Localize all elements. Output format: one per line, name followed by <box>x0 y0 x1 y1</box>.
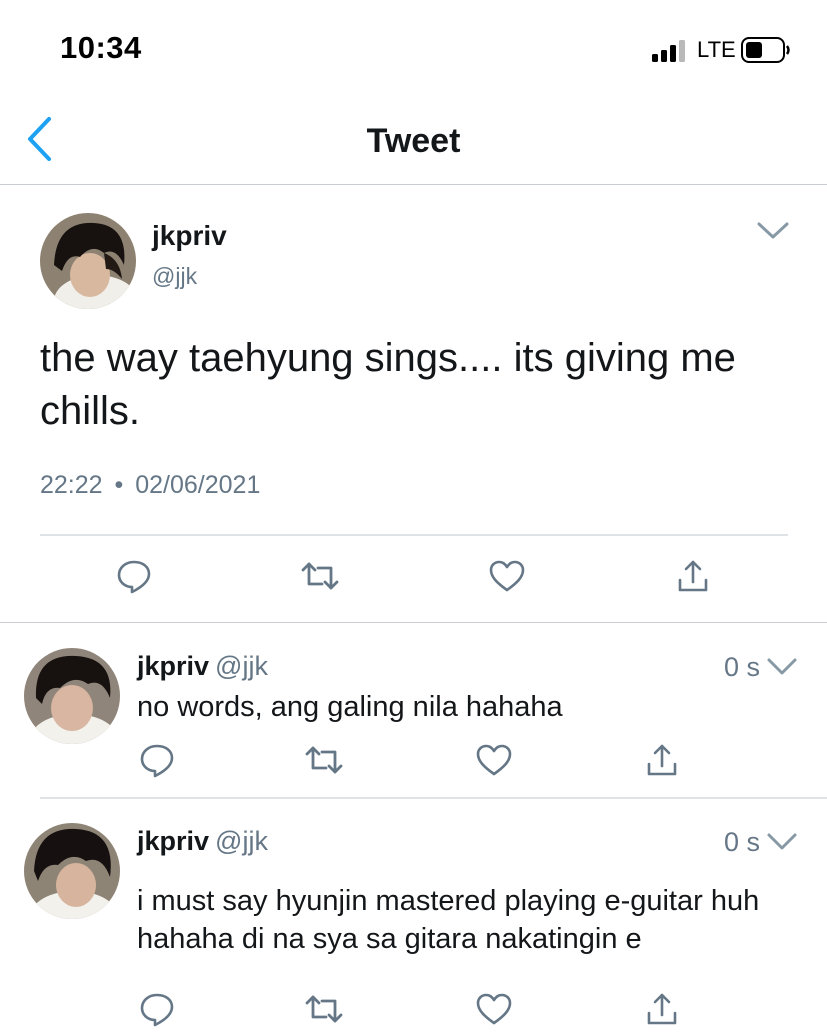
status-time: 10:34 <box>60 30 142 65</box>
retweet-button[interactable] <box>300 556 340 596</box>
caret-down-icon <box>767 833 797 850</box>
tweet-options-button[interactable] <box>766 832 798 852</box>
tweet-options-button[interactable] <box>756 220 790 242</box>
retweet-button[interactable] <box>304 740 344 780</box>
share-icon <box>647 744 677 776</box>
page-title: Tweet <box>366 122 461 160</box>
reply-icon <box>140 993 174 1027</box>
meta-separator: • <box>114 471 124 499</box>
like-icon <box>476 744 512 776</box>
retweet-button[interactable] <box>304 989 344 1029</box>
reply-button[interactable] <box>137 740 177 780</box>
author-handle[interactable]: @jjk <box>215 651 268 681</box>
caret-down-icon <box>757 222 789 239</box>
caret-down-icon <box>767 658 797 675</box>
share-icon <box>647 993 677 1025</box>
tweet-time: 22:22 <box>40 471 103 499</box>
reply-header: jkpriv @jjk <box>137 826 268 857</box>
tweet-actions <box>0 556 827 606</box>
reply-time: 0 s <box>724 827 761 857</box>
retweet-icon <box>301 562 339 590</box>
network-type: LTE <box>697 37 736 62</box>
reply-button[interactable] <box>114 556 154 596</box>
avatar[interactable] <box>24 823 120 919</box>
like-button[interactable] <box>474 740 514 780</box>
reply-header: jkpriv @jjk <box>137 651 268 682</box>
author-name[interactable]: jkpriv <box>137 826 209 856</box>
reply-tweet[interactable]: jkpriv @jjk 0 s no words, ang galing nila… <box>0 624 827 799</box>
reply-icon <box>140 744 174 778</box>
divider <box>40 534 788 536</box>
tweet-timestamp: 22:22 • 02/06/2021 <box>40 471 260 500</box>
reply-icon <box>117 560 151 594</box>
share-button[interactable] <box>642 989 682 1029</box>
battery-icon <box>741 37 791 63</box>
author-name[interactable]: jkpriv <box>152 220 227 252</box>
navigation-bar: Tweet <box>0 100 827 185</box>
like-button[interactable] <box>487 556 527 596</box>
reply-text: i must say hyunjin mastered playing e-gu… <box>137 885 760 955</box>
share-icon <box>678 560 708 592</box>
tweet-date: 02/06/2021 <box>135 471 261 499</box>
retweet-icon <box>305 995 343 1023</box>
reply-tweet[interactable]: jkpriv @jjk 0 s i must say hyunjin master… <box>0 799 827 1034</box>
like-icon <box>476 993 512 1025</box>
retweet-icon <box>305 746 343 774</box>
share-button[interactable] <box>673 556 713 596</box>
reply-time: 0 s <box>724 652 761 682</box>
avatar[interactable] <box>24 648 120 744</box>
reply-button[interactable] <box>137 989 177 1029</box>
like-button[interactable] <box>474 989 514 1029</box>
reply-text: no words, ang galing nila hahaha <box>137 691 563 723</box>
share-button[interactable] <box>642 740 682 780</box>
author-handle[interactable]: @jjk <box>152 263 197 290</box>
like-icon <box>489 560 525 592</box>
signal-strength-icon <box>652 40 690 62</box>
tweet-text: the way taehyung sings.... its giving me… <box>40 336 736 433</box>
avatar[interactable] <box>40 213 136 309</box>
status-bar: 10:34 LTE <box>0 0 827 100</box>
author-name[interactable]: jkpriv <box>137 651 209 681</box>
tweet-options-button[interactable] <box>766 657 798 677</box>
main-tweet: jkpriv @jjk the way taehyung sings.... i… <box>0 186 827 623</box>
author-handle[interactable]: @jjk <box>215 826 268 856</box>
